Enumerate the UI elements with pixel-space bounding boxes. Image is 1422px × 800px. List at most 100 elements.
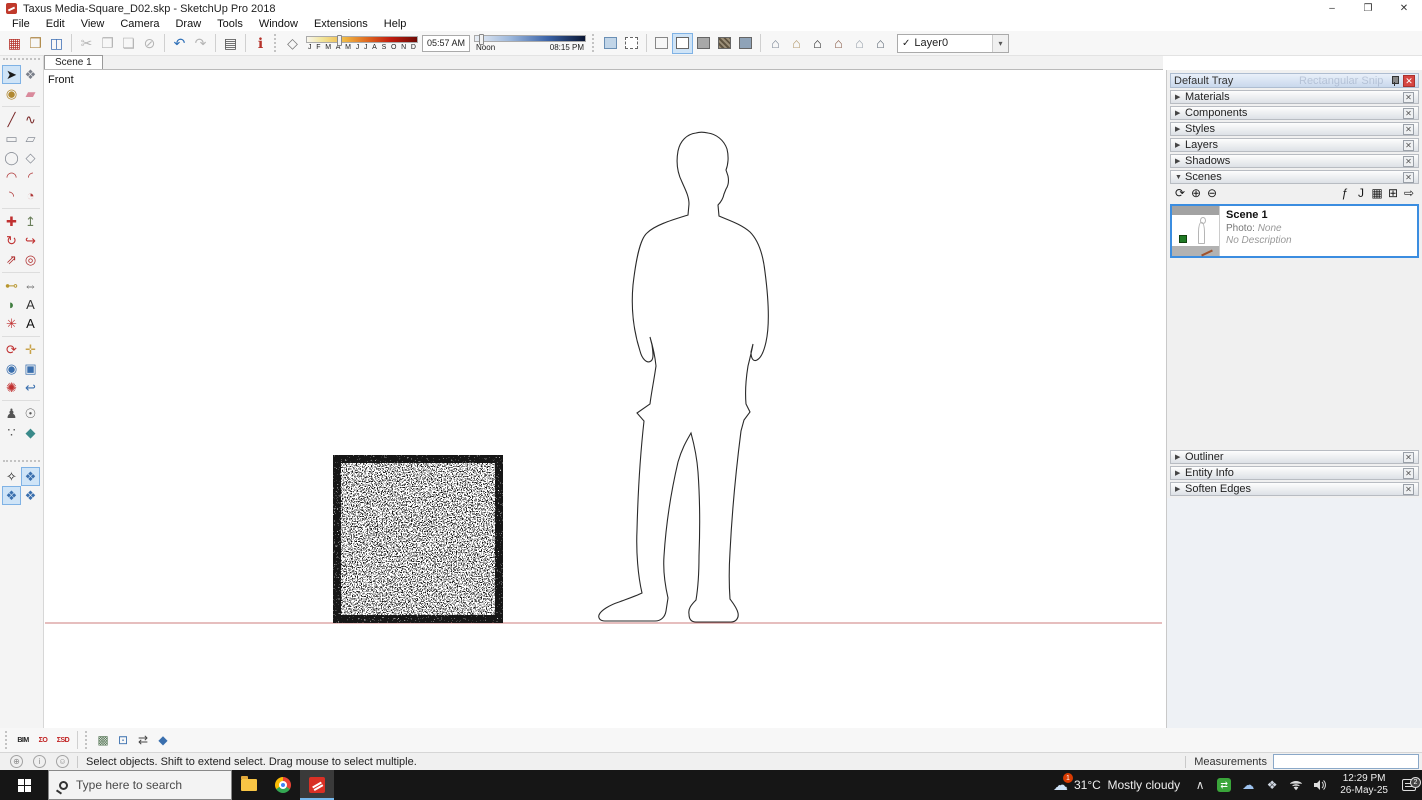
film-animation-icon[interactable]: ▩ bbox=[93, 730, 113, 750]
menu-file[interactable]: File bbox=[4, 18, 38, 30]
section-close-icon[interactable]: ✕ bbox=[1403, 452, 1414, 463]
scene-tab[interactable]: Scene 1 bbox=[44, 55, 103, 69]
open-icon[interactable]: ❒ bbox=[25, 33, 46, 54]
cut-icon[interactable]: ✂ bbox=[76, 33, 97, 54]
bimobject-sd-icon[interactable]: ΣSD bbox=[53, 730, 73, 750]
time-gradient[interactable] bbox=[474, 35, 586, 42]
menu-tools[interactable]: Tools bbox=[209, 18, 251, 30]
tool-rotate[interactable]: ↻ bbox=[2, 231, 21, 250]
tool-zoom-extents[interactable]: ✺ bbox=[2, 378, 21, 397]
toolbar-drag-handle[interactable] bbox=[5, 731, 10, 749]
view-back-icon[interactable]: ⌂ bbox=[849, 33, 870, 54]
start-button[interactable] bbox=[0, 770, 48, 800]
toolbar-drag-handle[interactable] bbox=[592, 34, 597, 52]
tool-docked-tool-2[interactable]: ❖ bbox=[21, 467, 40, 486]
shaded-icon[interactable] bbox=[693, 33, 714, 54]
tool-docked-tool-3[interactable]: ❖ bbox=[2, 486, 21, 505]
tool-three-point-arc[interactable]: ◝ bbox=[2, 186, 21, 205]
tool-offset[interactable]: ◎ bbox=[21, 250, 40, 269]
tool-tape-measure[interactable]: ⊷ bbox=[2, 276, 21, 295]
tray-section-components[interactable]: ▶Components✕ bbox=[1170, 106, 1419, 120]
tool-text[interactable]: A bbox=[21, 295, 40, 314]
tool-docked-tool-4[interactable]: ❖ bbox=[21, 486, 40, 505]
model-canvas[interactable] bbox=[44, 70, 1163, 728]
remove-scene-icon[interactable]: ⊖ bbox=[1204, 186, 1220, 201]
tray-close-icon[interactable]: ✕ bbox=[1403, 75, 1415, 87]
tool-make-component[interactable]: ❖ bbox=[21, 65, 40, 84]
view-top-icon[interactable]: ⌂ bbox=[786, 33, 807, 54]
tool-protractor[interactable]: ◗ bbox=[2, 295, 21, 314]
onedrive-icon[interactable]: ☁ bbox=[1238, 779, 1258, 791]
wireframe-icon[interactable] bbox=[651, 33, 672, 54]
toolbar-drag-handle[interactable] bbox=[274, 34, 279, 52]
tool-zoom-previous[interactable]: ↩ bbox=[21, 378, 40, 397]
tray-section-materials[interactable]: ▶Materials✕ bbox=[1170, 90, 1419, 104]
redo-icon[interactable]: ↷ bbox=[190, 33, 211, 54]
view-front-icon[interactable]: ⌂ bbox=[807, 33, 828, 54]
tool-docked-tool-1[interactable]: ✧ bbox=[2, 467, 21, 486]
show-details-icon[interactable]: ⊞ bbox=[1385, 186, 1401, 201]
pin-icon[interactable] bbox=[1390, 76, 1399, 86]
menu-edit[interactable]: Edit bbox=[38, 18, 73, 30]
copy-icon[interactable]: ❐ bbox=[97, 33, 118, 54]
view-right-icon[interactable]: ⌂ bbox=[828, 33, 849, 54]
model-taxus-square[interactable] bbox=[333, 455, 503, 623]
transition-sliders-icon[interactable]: ⇄ bbox=[133, 730, 153, 750]
x-ray-icon[interactable] bbox=[600, 33, 621, 54]
tool-push-pull[interactable]: ↥ bbox=[21, 212, 40, 231]
minimize-button[interactable]: – bbox=[1314, 0, 1350, 17]
layer-dropdown[interactable]: ✓ Layer0 ▾ bbox=[897, 34, 1009, 53]
tool-move[interactable]: ✚ bbox=[2, 212, 21, 231]
section-close-icon[interactable]: ✕ bbox=[1403, 484, 1414, 495]
tray-section-soften-edges[interactable]: ▶Soften Edges✕ bbox=[1170, 482, 1419, 496]
measurements-input[interactable] bbox=[1273, 754, 1419, 769]
move-scene-up-icon[interactable]: J bbox=[1353, 186, 1369, 201]
tool-walk[interactable]: ∵ bbox=[2, 423, 21, 442]
monochrome-icon[interactable] bbox=[735, 33, 756, 54]
tool-circle[interactable]: ◯ bbox=[2, 148, 21, 167]
restore-button[interactable]: ❐ bbox=[1350, 0, 1386, 17]
taskbar-search[interactable]: Type here to search bbox=[48, 770, 232, 800]
print-icon[interactable]: ▤ bbox=[220, 33, 241, 54]
taskbar-clock[interactable]: 12:29 PM 26-May-25 bbox=[1332, 773, 1396, 797]
tool-axes[interactable]: ✳ bbox=[2, 314, 21, 333]
scene-card[interactable]: Scene 1 Photo: None No Description bbox=[1170, 204, 1419, 258]
tool-follow-me[interactable]: ↪ bbox=[21, 231, 40, 250]
tool-arc[interactable]: ◠ bbox=[2, 167, 21, 186]
erase-icon[interactable]: ⊘ bbox=[139, 33, 160, 54]
tray-section-styles[interactable]: ▶Styles✕ bbox=[1170, 122, 1419, 136]
time-value-box[interactable]: 05:57 AM bbox=[422, 35, 470, 52]
wifi-icon[interactable] bbox=[1286, 780, 1306, 791]
tool-polygon[interactable]: ◇ bbox=[21, 148, 40, 167]
tool-rectangle[interactable]: ▭ bbox=[2, 129, 21, 148]
move-scene-down-icon[interactable]: ƒ bbox=[1337, 186, 1353, 201]
menu-extensions[interactable]: Extensions bbox=[306, 18, 376, 30]
section-close-icon[interactable]: ✕ bbox=[1403, 124, 1414, 135]
taskbar-file-explorer[interactable] bbox=[232, 770, 266, 800]
section-close-icon[interactable]: ✕ bbox=[1403, 156, 1414, 167]
tool-eraser[interactable]: ▰ bbox=[21, 84, 40, 103]
scene-options-icon[interactable]: ⇨ bbox=[1401, 186, 1417, 201]
tool-position-camera[interactable]: ♟ bbox=[2, 404, 21, 423]
undo-icon[interactable]: ↶ bbox=[169, 33, 190, 54]
tool-pie[interactable]: ◔ bbox=[21, 186, 40, 205]
tray-section-shadows[interactable]: ▶Shadows✕ bbox=[1170, 154, 1419, 168]
model-figure-person[interactable] bbox=[599, 132, 768, 622]
hidden-line-icon[interactable] bbox=[672, 33, 693, 54]
tool-freehand[interactable]: ∿ bbox=[21, 110, 40, 129]
taskbar-sketchup[interactable] bbox=[300, 770, 334, 800]
weather-widget[interactable]: ☁1 31°C Mostly cloudy bbox=[1045, 776, 1188, 794]
shadow-time-slider[interactable]: Noon 08:15 PM bbox=[474, 35, 586, 52]
taskbar-chrome[interactable] bbox=[266, 770, 300, 800]
menu-camera[interactable]: Camera bbox=[112, 18, 167, 30]
section-close-icon[interactable]: ✕ bbox=[1403, 108, 1414, 119]
menu-draw[interactable]: Draw bbox=[167, 18, 209, 30]
back-edges-icon[interactable] bbox=[621, 33, 642, 54]
view-iso-icon[interactable]: ⌂ bbox=[765, 33, 786, 54]
geolocation-icon[interactable]: ⊕ bbox=[10, 755, 23, 768]
section-close-icon[interactable]: ✕ bbox=[1403, 92, 1414, 103]
date-gradient[interactable] bbox=[306, 36, 418, 43]
menu-help[interactable]: Help bbox=[376, 18, 415, 30]
menu-window[interactable]: Window bbox=[251, 18, 306, 30]
tool-rotated-rectangle[interactable]: ▱ bbox=[21, 129, 40, 148]
